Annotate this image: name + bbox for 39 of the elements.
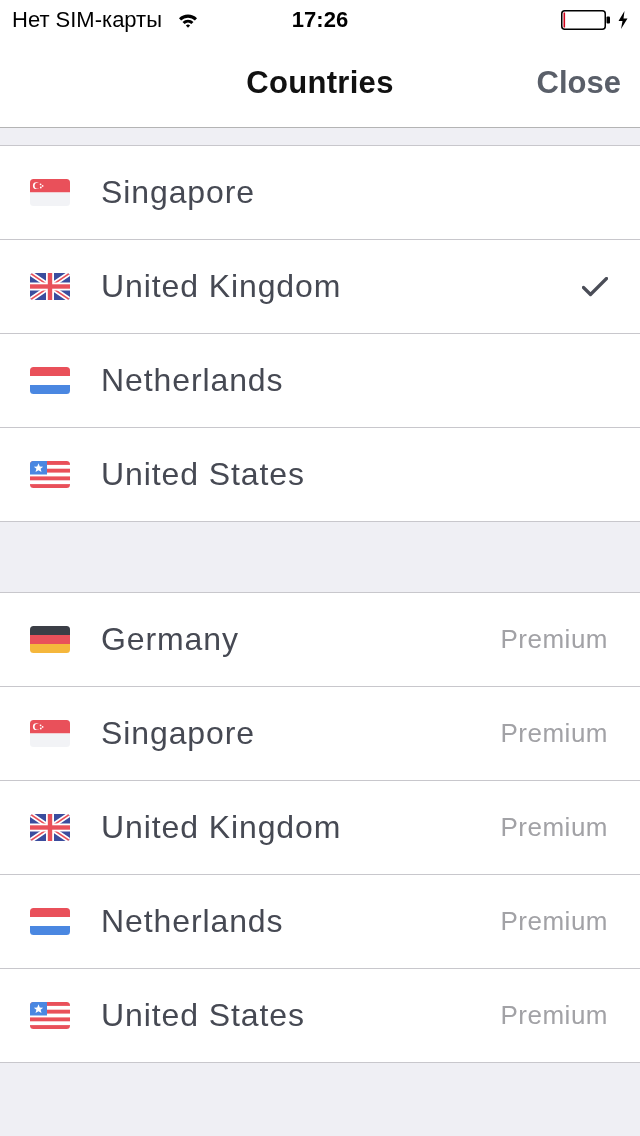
country-name: United Kingdom xyxy=(101,268,342,305)
country-name: United Kingdom xyxy=(101,809,342,846)
country-name: Netherlands xyxy=(101,362,284,399)
flag-icon xyxy=(30,814,70,841)
country-name: Netherlands xyxy=(101,903,284,940)
close-button[interactable]: Close xyxy=(536,66,621,101)
country-name: United States xyxy=(101,997,305,1034)
country-row[interactable]: Netherlands Premium xyxy=(0,875,640,969)
flag-icon xyxy=(30,273,70,300)
flag-icon xyxy=(30,720,70,747)
premium-label: Premium xyxy=(500,718,608,749)
flag-icon xyxy=(30,908,70,935)
flag-icon xyxy=(30,1002,70,1029)
country-name: Germany xyxy=(101,621,239,658)
screen-title: Countries xyxy=(246,66,394,101)
flag-icon xyxy=(30,626,70,653)
flag-icon xyxy=(30,367,70,394)
country-name: United States xyxy=(101,456,305,493)
country-row[interactable]: Netherlands xyxy=(0,334,640,428)
premium-label: Premium xyxy=(500,624,608,655)
country-row[interactable]: United Kingdom Premium xyxy=(0,781,640,875)
premium-label: Premium xyxy=(500,1000,608,1031)
premium-label: Premium xyxy=(500,906,608,937)
wifi-icon xyxy=(178,12,198,28)
country-row[interactable]: United Kingdom xyxy=(0,240,640,334)
premium-label: Premium xyxy=(500,812,608,843)
country-row[interactable]: Singapore Premium xyxy=(0,687,640,781)
country-name: Singapore xyxy=(101,715,255,752)
country-row[interactable]: United States Premium xyxy=(0,969,640,1063)
carrier-text: Нет SIM-карты xyxy=(12,9,162,31)
country-name: Singapore xyxy=(101,174,255,211)
country-row[interactable]: United States xyxy=(0,428,640,522)
flag-icon xyxy=(30,461,70,488)
bolt-icon xyxy=(618,11,628,29)
clock-time: 17:26 xyxy=(291,9,349,31)
flag-icon xyxy=(30,179,70,206)
country-row[interactable]: Singapore xyxy=(0,146,640,240)
country-row[interactable]: Germany Premium xyxy=(0,593,640,687)
battery-icon xyxy=(561,10,610,30)
